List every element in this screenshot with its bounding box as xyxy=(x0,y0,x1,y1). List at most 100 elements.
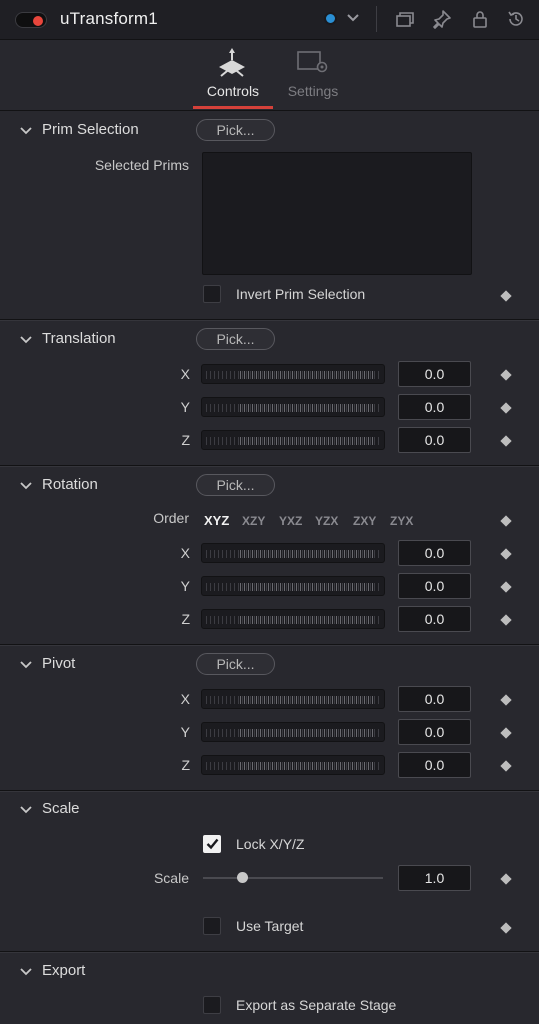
active-tab-indicator xyxy=(193,106,273,109)
rotation-z-label: Z xyxy=(181,611,190,627)
checkmark-icon xyxy=(206,838,219,850)
pivot-x-label: X xyxy=(180,691,190,707)
invert-prim-selection-checkbox[interactable] xyxy=(203,285,221,303)
lock-xyz-checkbox[interactable] xyxy=(203,835,221,853)
section-collapse-chevron-icon[interactable] xyxy=(20,482,32,490)
pick-button-pivot[interactable]: Pick... xyxy=(196,653,275,675)
rotation-order-yxz[interactable]: YXZ xyxy=(279,514,302,528)
translation-x-input[interactable]: 0.0 xyxy=(398,361,471,387)
rotation-order-xyz[interactable]: XYZ xyxy=(204,513,229,528)
pivot-x-input[interactable]: 0.0 xyxy=(398,686,471,712)
reset-icon[interactable] xyxy=(506,9,526,29)
section-title-pivot[interactable]: Pivot xyxy=(42,655,75,672)
section-collapse-chevron-icon[interactable] xyxy=(20,661,32,669)
rotation-x-label: X xyxy=(180,545,190,561)
versions-icon[interactable] xyxy=(395,10,415,30)
translation-y-input[interactable]: 0.0 xyxy=(398,394,471,420)
translation-z-slider[interactable] xyxy=(201,430,385,450)
header-separator xyxy=(376,6,377,32)
pivot-y-label: Y xyxy=(180,724,190,740)
rotation-y-input[interactable]: 0.0 xyxy=(398,573,471,599)
keyframe-diamond-icon[interactable] xyxy=(500,548,512,560)
pivot-z-label: Z xyxy=(181,757,190,773)
section-collapse-chevron-icon[interactable] xyxy=(20,806,32,814)
pivot-z-slider[interactable] xyxy=(201,755,385,775)
keyframe-diamond-icon[interactable] xyxy=(500,290,512,302)
translation-y-label: Y xyxy=(180,399,190,415)
transform-axes-icon xyxy=(219,48,245,77)
section-title-rotation[interactable]: Rotation xyxy=(42,476,98,493)
rotation-z-input[interactable]: 0.0 xyxy=(398,606,471,632)
section-divider xyxy=(0,319,539,320)
node-enable-toggle[interactable] xyxy=(15,12,47,28)
section-collapse-chevron-icon[interactable] xyxy=(20,968,32,976)
rotation-y-label: Y xyxy=(180,578,190,594)
scale-slider-thumb[interactable] xyxy=(237,872,248,883)
section-divider xyxy=(0,790,539,791)
pick-button-translation[interactable]: Pick... xyxy=(196,328,275,350)
node-color-swatch[interactable] xyxy=(324,12,337,25)
translation-z-input[interactable]: 0.0 xyxy=(398,427,471,453)
settings-gear-icon xyxy=(297,51,328,73)
section-divider xyxy=(0,465,539,466)
rotation-x-slider[interactable] xyxy=(201,543,385,563)
section-title-scale[interactable]: Scale xyxy=(42,800,80,817)
section-collapse-chevron-icon[interactable] xyxy=(20,127,32,135)
scale-slider-track[interactable] xyxy=(203,877,383,879)
pivot-y-slider[interactable] xyxy=(201,722,385,742)
enable-indicator-dot xyxy=(33,16,43,26)
pin-icon[interactable] xyxy=(432,9,452,29)
chevron-down-icon[interactable] xyxy=(346,13,360,23)
export-separate-stage-checkbox[interactable] xyxy=(203,996,221,1014)
rotation-order-zxy[interactable]: ZXY xyxy=(353,514,376,528)
pivot-x-slider[interactable] xyxy=(201,689,385,709)
rotation-order-yzx[interactable]: YZX xyxy=(315,514,338,528)
selected-prims-textarea[interactable] xyxy=(202,152,472,275)
rotation-y-slider[interactable] xyxy=(201,576,385,596)
pivot-y-input[interactable]: 0.0 xyxy=(398,719,471,745)
translation-x-slider[interactable] xyxy=(201,364,385,384)
keyframe-diamond-icon[interactable] xyxy=(500,727,512,739)
pick-button-prim-selection[interactable]: Pick... xyxy=(196,119,275,141)
keyframe-diamond-icon[interactable] xyxy=(500,515,512,527)
section-divider xyxy=(0,951,539,952)
use-target-checkbox[interactable] xyxy=(203,917,221,935)
tab-settings-label: Settings xyxy=(287,83,339,99)
rotation-x-input[interactable]: 0.0 xyxy=(398,540,471,566)
keyframe-diamond-icon[interactable] xyxy=(500,873,512,885)
translation-y-slider[interactable] xyxy=(201,397,385,417)
section-title-translation[interactable]: Translation xyxy=(42,330,116,347)
section-collapse-chevron-icon[interactable] xyxy=(20,336,32,344)
tab-controls-label: Controls xyxy=(206,83,260,99)
selected-prims-label: Selected Prims xyxy=(94,157,189,173)
rotation-z-slider[interactable] xyxy=(201,609,385,629)
pick-button-rotation[interactable]: Pick... xyxy=(196,474,275,496)
keyframe-diamond-icon[interactable] xyxy=(500,760,512,772)
lock-icon[interactable] xyxy=(470,9,490,29)
section-title-prim-selection[interactable]: Prim Selection xyxy=(42,121,139,138)
scale-label: Scale xyxy=(153,870,189,886)
translation-x-label: X xyxy=(180,366,190,382)
keyframe-diamond-icon[interactable] xyxy=(500,922,512,934)
keyframe-diamond-icon[interactable] xyxy=(500,369,512,381)
section-title-export[interactable]: Export xyxy=(42,962,85,979)
translation-z-label: Z xyxy=(181,432,190,448)
pivot-z-input[interactable]: 0.0 xyxy=(398,752,471,778)
keyframe-diamond-icon[interactable] xyxy=(500,694,512,706)
keyframe-diamond-icon[interactable] xyxy=(500,402,512,414)
rotation-order-xzy[interactable]: XZY xyxy=(242,514,265,528)
scale-input[interactable]: 1.0 xyxy=(398,865,471,891)
lock-xyz-label: Lock X/Y/Z xyxy=(236,836,305,852)
rotation-order-zyx[interactable]: ZYX xyxy=(390,514,413,528)
use-target-label: Use Target xyxy=(236,918,304,934)
keyframe-diamond-icon[interactable] xyxy=(500,435,512,447)
rotation-order-label: Order xyxy=(153,510,189,526)
node-title[interactable]: uTransform1 xyxy=(60,9,158,29)
tab-settings[interactable]: Settings xyxy=(280,46,346,108)
tab-controls[interactable]: Controls xyxy=(193,46,273,108)
export-separate-stage-label: Export as Separate Stage xyxy=(236,997,397,1013)
keyframe-diamond-icon[interactable] xyxy=(500,614,512,626)
invert-prim-selection-label: Invert Prim Selection xyxy=(236,286,366,302)
section-divider xyxy=(0,644,539,645)
keyframe-diamond-icon[interactable] xyxy=(500,581,512,593)
